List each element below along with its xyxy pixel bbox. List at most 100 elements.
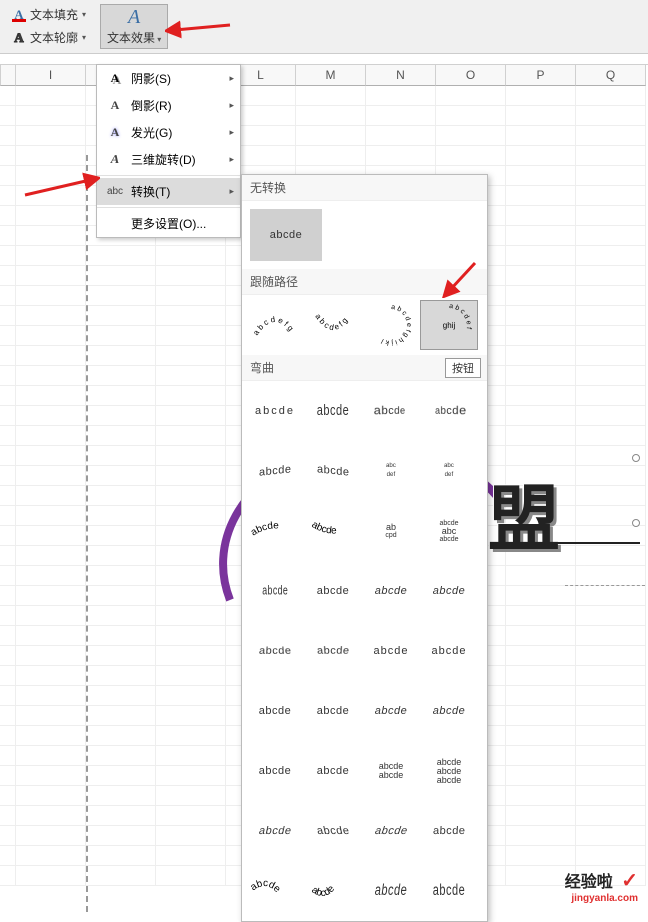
svg-text:a b c d e f g: a b c d e f g	[313, 312, 349, 332]
svg-text:abcde: abcde	[249, 878, 283, 895]
wordart-text[interactable]: 盟	[488, 460, 560, 565]
warp-thumb[interactable]: abcde	[304, 566, 362, 616]
svg-text:abcde: abcde	[249, 520, 279, 538]
text-outline-icon: A	[12, 31, 26, 45]
menu-label: 三维旋转(D)	[131, 151, 196, 168]
warp-thumb[interactable]: abcde	[362, 566, 420, 616]
glow-icon: A	[105, 125, 125, 140]
warp-thumb[interactable]: abcde	[304, 866, 362, 916]
warp-thumb[interactable]: abcde	[246, 866, 304, 916]
reflection-icon: A	[105, 98, 125, 113]
menu-more-settings[interactable]: 更多设置(O)...	[97, 210, 240, 237]
svg-text:a b c d e f g: a b c d e f g	[251, 315, 295, 337]
warp-thumb[interactable]: abcde	[362, 866, 420, 916]
col-header[interactable]: M	[296, 65, 366, 86]
shadow-icon: A	[105, 71, 125, 86]
warp-thumb[interactable]: abcde	[304, 626, 362, 676]
col-header[interactable]: O	[436, 65, 506, 86]
no-transform-thumb[interactable]: abcde	[250, 209, 322, 261]
warp-thumb[interactable]: abcde	[420, 386, 478, 436]
warp-thumb[interactable]: abcde	[246, 446, 304, 496]
warp-thumb[interactable]: abcde	[304, 506, 362, 556]
col-header[interactable]: Q	[576, 65, 646, 86]
text-effects-label: 文本效果 ▾	[107, 29, 161, 46]
menu-transform[interactable]: abc 转换(T) ▸	[97, 178, 240, 205]
check-icon: ✓	[621, 870, 638, 892]
resize-handle[interactable]	[632, 519, 640, 527]
warp-thumb[interactable]: abcde	[362, 806, 420, 856]
warp-thumb[interactable]: abcde	[362, 626, 420, 676]
rotation-icon: A	[104, 152, 127, 167]
warp-thumb[interactable]: abcde	[304, 386, 362, 436]
path-arch-down[interactable]: a b c d e f g	[304, 300, 362, 350]
path-circle[interactable]: a b c d e f g h i j k l	[362, 300, 420, 350]
chevron-down-icon: ▾	[155, 35, 161, 44]
path-arch-up[interactable]: a b c d e f g	[246, 300, 304, 350]
menu-shadow[interactable]: A 阴影(S) ▸	[97, 65, 240, 92]
warp-thumb[interactable]: abcde	[420, 866, 478, 916]
warp-row: abcde abcde abcde abcde	[242, 621, 487, 681]
menu-separator	[97, 207, 240, 208]
resize-handle[interactable]	[632, 454, 640, 462]
transform-icon: abc	[105, 186, 125, 197]
watermark: 经验啦 ✓ jingyanla.com	[565, 868, 638, 904]
warp-thumb[interactable]: abcde	[304, 446, 362, 496]
warp-thumb[interactable]: ᵃᵇᶜᵈᵉᶠ	[420, 446, 478, 496]
wordart-underline	[490, 542, 640, 544]
text-outline-button[interactable]: A 文本轮廓 ▾	[8, 27, 90, 48]
warp-thumb[interactable]: abcde	[420, 626, 478, 676]
text-fill-button[interactable]: A 文本填充 ▾	[8, 4, 90, 25]
warp-thumb[interactable]: abcdeabcde	[362, 746, 420, 796]
menu-glow[interactable]: A 发光(G) ▸	[97, 119, 240, 146]
warp-row: abcde abcde ᵃᵇᶜᵈᵉᶠ ᵃᵇᶜᵈᵉᶠ	[242, 441, 487, 501]
menu-3d-rotation[interactable]: A 三维旋转(D) ▸	[97, 146, 240, 173]
menu-separator	[97, 175, 240, 176]
warp-thumb[interactable]: abcde	[246, 506, 304, 556]
warp-thumb[interactable]: abcdeabcabcde	[420, 506, 478, 556]
thumb-label: abcde	[270, 229, 302, 241]
section-no-transform: 无转换	[242, 175, 487, 201]
chevron-right-icon: ▸	[229, 73, 234, 84]
warp-thumb[interactable]: abcde	[304, 806, 362, 856]
warp-row: abcde abcde abcde abcde	[242, 681, 487, 741]
svg-text:abcde: abcde	[309, 883, 337, 899]
text-fill-icon: A	[12, 8, 26, 22]
warp-thumb[interactable]: abcde	[246, 806, 304, 856]
warp-thumb[interactable]: abcpd	[362, 506, 420, 556]
warp-row: abcde abcde abcdeabcde abcdeabcdeabcde	[242, 741, 487, 801]
warp-thumb[interactable]: abcde	[420, 566, 478, 616]
col-header[interactable]: N	[366, 65, 436, 86]
warp-thumb[interactable]: abcde	[420, 806, 478, 856]
path-button[interactable]: a b c d e fghij	[420, 300, 478, 350]
svg-text:abcde: abcde	[310, 519, 338, 536]
warp-thumb[interactable]: abcde	[246, 566, 304, 616]
col-header[interactable]: I	[16, 65, 86, 86]
ribbon-toolbar: A 文本填充 ▾ A 文本轮廓 ▾ A 文本效果 ▾	[0, 0, 648, 54]
chevron-down-icon: ▾	[82, 33, 86, 42]
menu-reflection[interactable]: A 倒影(R) ▸	[97, 92, 240, 119]
chevron-right-icon: ▸	[229, 100, 234, 111]
warp-thumb[interactable]: abcde	[246, 626, 304, 676]
warp-thumb[interactable]: abcde	[362, 686, 420, 736]
warp-thumb[interactable]: abcde	[362, 386, 420, 436]
section-warp: 弯曲 按钮	[242, 355, 487, 381]
warp-thumb[interactable]: abcde	[246, 746, 304, 796]
warp-thumb[interactable]: abcde	[420, 686, 478, 736]
warp-row: abcde abcde abcde abcde	[242, 801, 487, 861]
path-thumbs: a b c d e f g a b c d e f g a b c d e f …	[242, 295, 487, 355]
warp-thumb[interactable]: abcde	[246, 686, 304, 736]
text-outline-label: 文本轮廓	[30, 29, 78, 46]
warp-thumb[interactable]: abcde	[304, 746, 362, 796]
annotation-arrow	[440, 258, 480, 298]
col-header[interactable]: P	[506, 65, 576, 86]
warp-thumb[interactable]: ᵃᵇᶜᵈᵉᶠ	[362, 446, 420, 496]
text-fill-label: 文本填充	[30, 6, 78, 23]
warp-thumb[interactable]: abcdeabcdeabcde	[420, 746, 478, 796]
text-effects-button[interactable]: A 文本效果 ▾	[100, 4, 168, 49]
annotation-arrow	[20, 170, 100, 200]
warp-row: abcde abcde abcpd abcdeabcabcde	[242, 501, 487, 561]
svg-text:ghij: ghij	[443, 321, 456, 330]
warp-thumb[interactable]: abcde	[304, 686, 362, 736]
warp-thumb[interactable]: abcde	[246, 386, 304, 436]
chevron-right-icon: ▸	[229, 127, 234, 138]
